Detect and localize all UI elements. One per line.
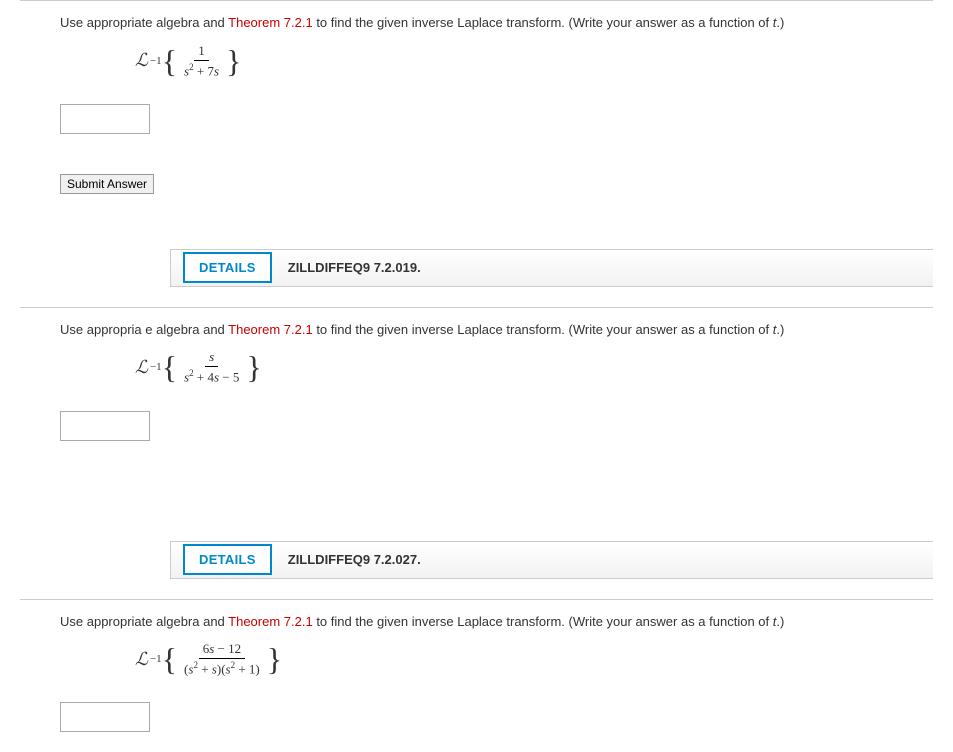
question-header-1: DETAILS ZILLDIFFEQ9 7.2.019.: [170, 249, 933, 287]
prompt-text: Use appropria e algebra and: [60, 322, 228, 337]
formula-expression: ℒ−1 { 1 s2 + 7s }: [135, 43, 933, 79]
prompt-text: to find the given inverse Laplace transf…: [313, 15, 773, 30]
prompt-text: to find the given inverse Laplace transf…: [313, 322, 773, 337]
denominator: (s2 + s)(s2 + 1): [180, 659, 264, 677]
answer-input[interactable]: [60, 411, 150, 441]
right-brace: }: [226, 45, 241, 77]
question-1-prompt: Use appropriate algebra and Theorem 7.2.…: [60, 13, 933, 33]
fraction: s s2 + 4s − 5: [180, 349, 243, 385]
question-1: Use appropriate algebra and Theorem 7.2.…: [20, 0, 933, 224]
question-code: ZILLDIFFEQ9 7.2.019.: [288, 260, 421, 275]
prompt-text: Use appropriate algebra and: [60, 614, 228, 629]
formula-expression: ℒ−1 { s s2 + 4s − 5 }: [135, 349, 933, 385]
submit-button[interactable]: Submit Answer: [60, 174, 154, 194]
question-header-2: DETAILS ZILLDIFFEQ9 7.2.027.: [170, 541, 933, 579]
question-2: Use appropria e algebra and Theorem 7.2.…: [20, 307, 933, 461]
left-brace: {: [162, 643, 177, 675]
details-button[interactable]: DETAILS: [183, 544, 272, 575]
denominator: s2 + 4s − 5: [180, 367, 243, 385]
submit-row: Submit Answer: [60, 174, 933, 204]
theorem-link[interactable]: Theorem 7.2.1: [228, 15, 313, 30]
theorem-link[interactable]: Theorem 7.2.1: [228, 614, 313, 629]
fraction: 1 s2 + 7s: [180, 43, 223, 79]
answer-input[interactable]: [60, 104, 150, 134]
laplace-symbol: ℒ: [135, 649, 148, 670]
prompt-text: .): [776, 614, 784, 629]
prompt-text: to find the given inverse Laplace transf…: [313, 614, 773, 629]
laplace-symbol: ℒ: [135, 50, 148, 71]
theorem-link[interactable]: Theorem 7.2.1: [228, 322, 313, 337]
left-brace: {: [162, 351, 177, 383]
right-brace: }: [267, 643, 282, 675]
denominator: s2 + 7s: [180, 61, 223, 79]
prompt-text: .): [776, 15, 784, 30]
question-2-prompt: Use appropria e algebra and Theorem 7.2.…: [60, 320, 933, 340]
details-button[interactable]: DETAILS: [183, 252, 272, 283]
numerator: s: [205, 349, 218, 367]
question-3-prompt: Use appropriate algebra and Theorem 7.2.…: [60, 612, 933, 632]
formula-expression: ℒ−1 { 6s − 12 (s2 + s)(s2 + 1) }: [135, 641, 933, 677]
exponent: −1: [150, 361, 162, 373]
exponent: −1: [150, 653, 162, 665]
left-brace: {: [162, 45, 177, 77]
fraction: 6s − 12 (s2 + s)(s2 + 1): [180, 641, 264, 677]
prompt-text: Use appropriate algebra and: [60, 15, 228, 30]
question-code: ZILLDIFFEQ9 7.2.027.: [288, 552, 421, 567]
exponent: −1: [150, 55, 162, 67]
prompt-text: .): [776, 322, 784, 337]
laplace-symbol: ℒ: [135, 357, 148, 378]
right-brace: }: [246, 351, 261, 383]
question-3: Use appropriate algebra and Theorem 7.2.…: [20, 599, 933, 752]
numerator: 1: [194, 43, 209, 61]
numerator: 6s − 12: [199, 641, 245, 659]
answer-input[interactable]: [60, 702, 150, 732]
